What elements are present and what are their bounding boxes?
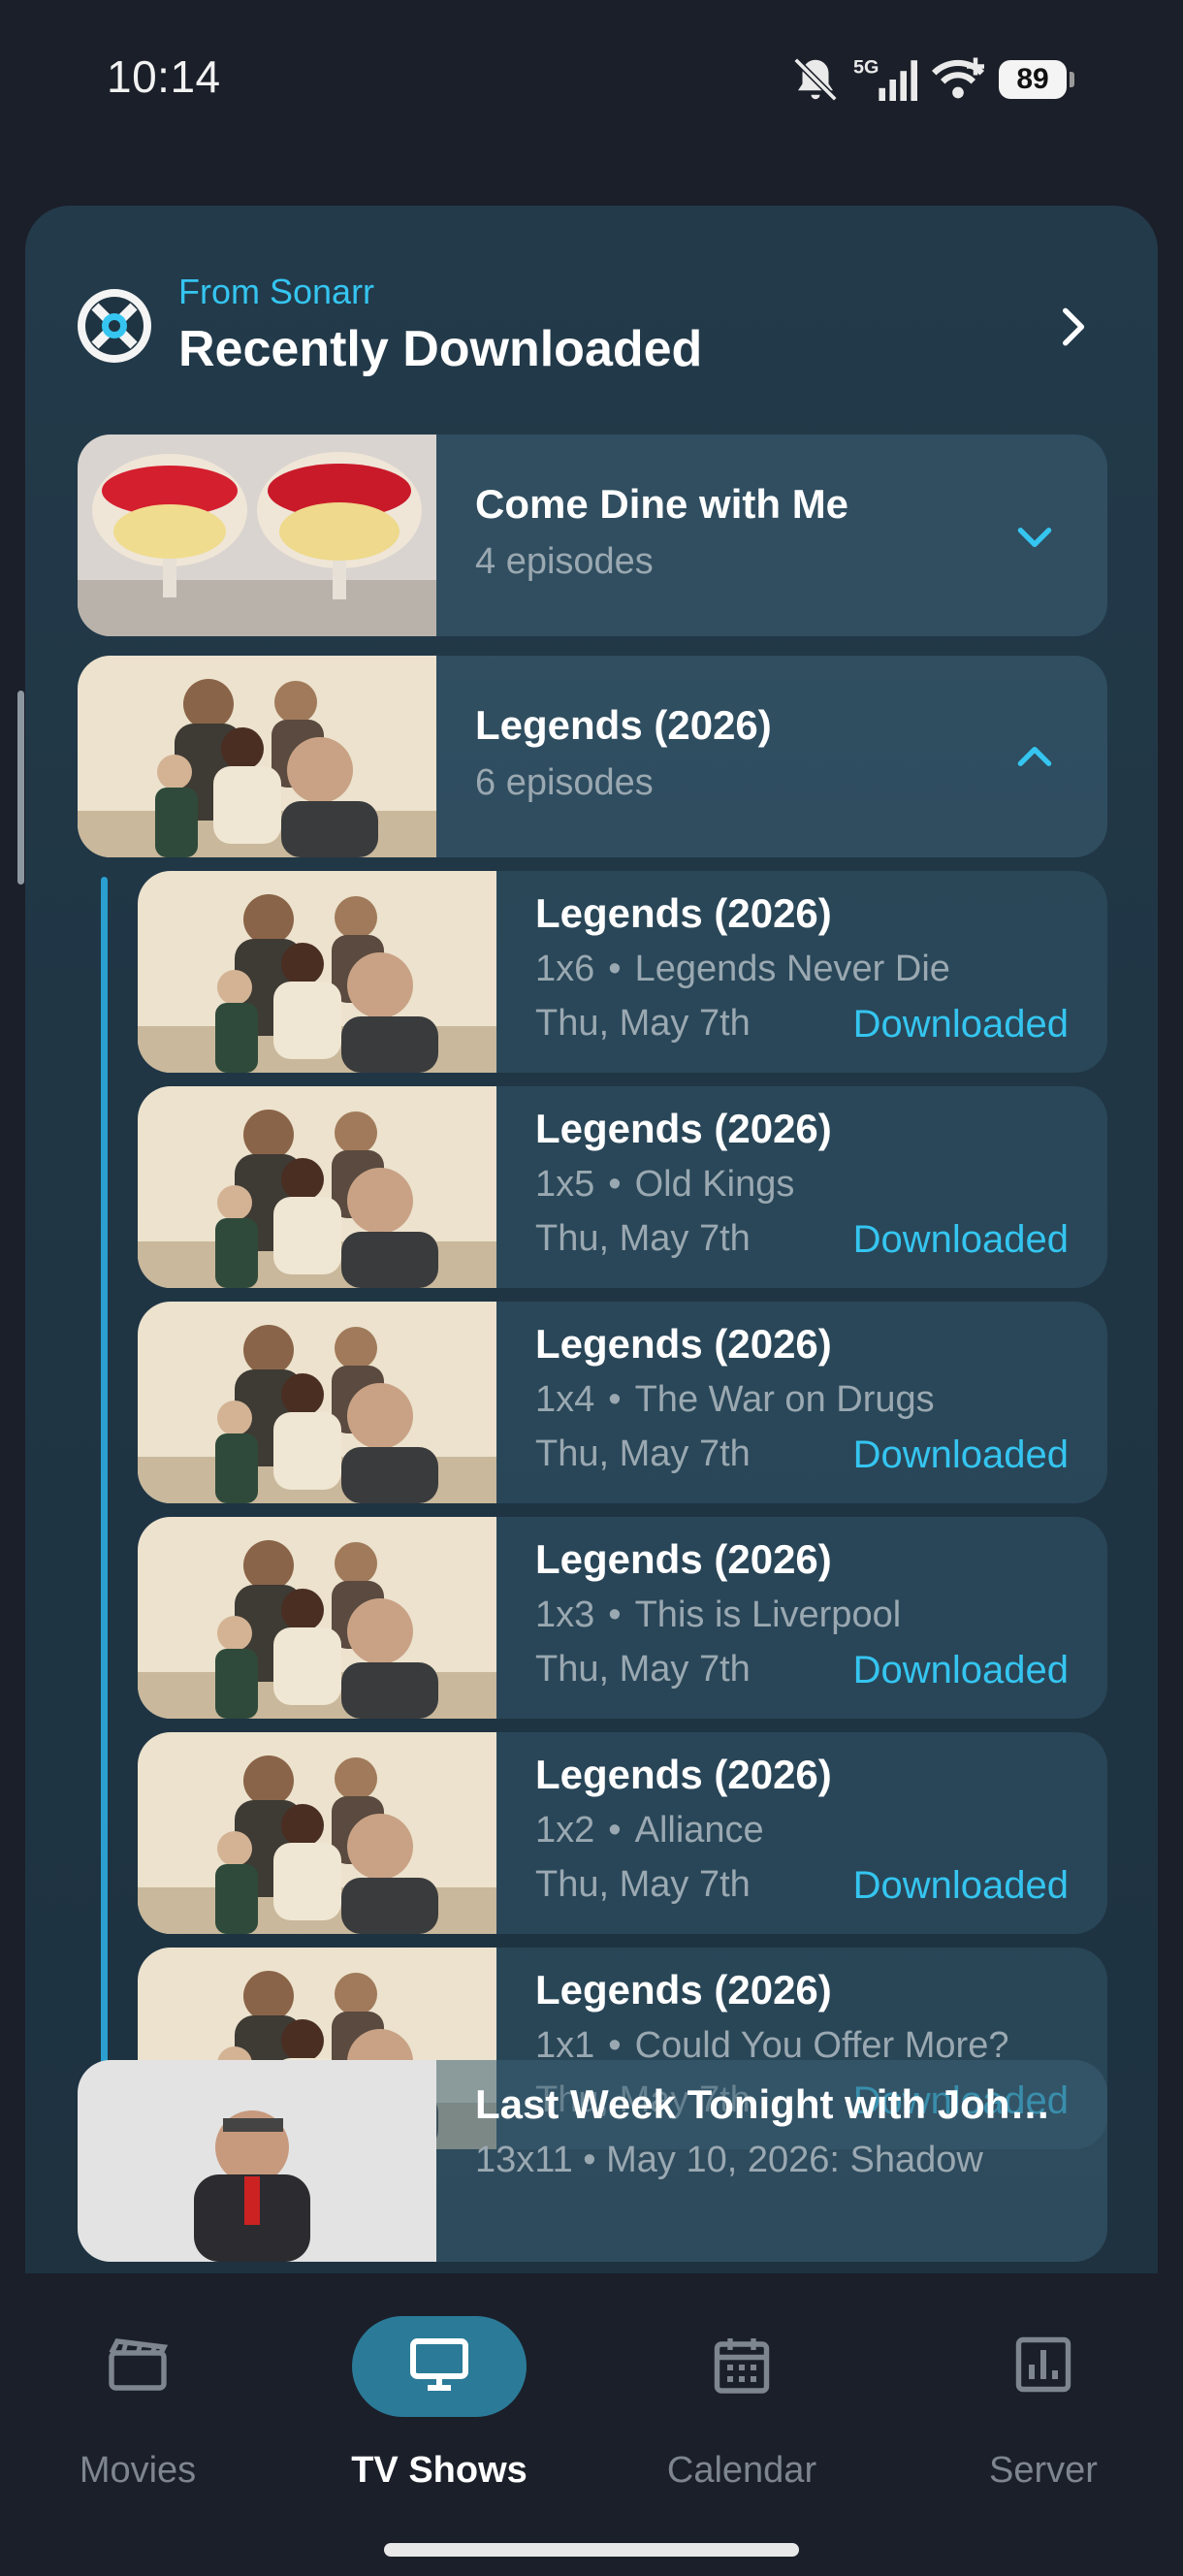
- nav-item-movies[interactable]: Movies: [31, 2316, 244, 2510]
- episode-show-title: Legends (2026): [535, 1536, 832, 1582]
- group-subtitle: 4 episodes: [475, 541, 654, 582]
- chart-icon: [1008, 2330, 1078, 2404]
- episode-info: 1x3 • This is Liverpool: [535, 1594, 901, 1636]
- nav-item-server[interactable]: Server: [937, 2316, 1150, 2510]
- network-label: 5G: [853, 56, 879, 78]
- source-label: From Sonarr: [178, 272, 375, 311]
- episode-date: Thu, May 7th: [535, 1003, 751, 1044]
- nav-pill: [956, 2316, 1131, 2417]
- group-title: Last Week Tonight with Joh…: [475, 2081, 1051, 2127]
- episode-code: 1x2: [535, 1810, 595, 1851]
- episode-name: Legends Never Die: [634, 949, 950, 989]
- scroll-indicator[interactable]: [17, 691, 24, 885]
- sonarr-logo-icon: [76, 287, 153, 365]
- tv-icon: [404, 2330, 474, 2404]
- group-title: Come Dine with Me: [475, 481, 849, 527]
- episode-poster-image: [138, 1086, 496, 1288]
- episode-date: Thu, May 7th: [535, 1433, 751, 1474]
- status-time: 10:14: [107, 51, 221, 102]
- episode-date: Thu, May 7th: [535, 1864, 751, 1905]
- signal-icon: 5G: [853, 53, 917, 106]
- episode-show-title: Legends (2026): [535, 1967, 832, 2012]
- nav-label: Server: [989, 2450, 1098, 2491]
- nav-label: Movies: [79, 2450, 197, 2491]
- episode-poster-image: [138, 1302, 496, 1503]
- episode-code: 1x5: [535, 1164, 595, 1205]
- episode-show-title: Legends (2026): [535, 1752, 832, 1797]
- group-come-dine-with-me[interactable]: Come Dine with Me 4 episodes: [78, 435, 1107, 636]
- nav-label: TV Shows: [351, 2450, 528, 2491]
- episode-status: Downloaded: [852, 1864, 1069, 1907]
- separator-dot: •: [608, 1594, 622, 1635]
- bottom-navigation: Movies TV Shows Calendar Server: [0, 2273, 1183, 2576]
- episode-poster-image: [138, 1732, 496, 1934]
- show-poster-image: [78, 435, 436, 636]
- episode-info: 1x5 • Old Kings: [535, 1164, 794, 1206]
- group-legends-2026[interactable]: Legends (2026) 6 episodes: [78, 656, 1107, 857]
- episode-name: This is Liverpool: [634, 1594, 902, 1635]
- episode-status: Downloaded: [852, 1003, 1069, 1046]
- episode-code: 1x3: [535, 1594, 595, 1635]
- episode-show-title: Legends (2026): [535, 890, 832, 936]
- episode-poster-image: [138, 1517, 496, 1719]
- chevron-up-icon[interactable]: [1010, 733, 1059, 782]
- episode-name: Old Kings: [634, 1164, 795, 1205]
- nav-pill-active: [352, 2316, 527, 2417]
- separator-dot: •: [608, 1379, 622, 1420]
- chevron-down-icon[interactable]: [1010, 512, 1059, 561]
- clapperboard-icon: [103, 2330, 173, 2404]
- episode-status: Downloaded: [852, 1649, 1069, 1691]
- episode-status: Downloaded: [852, 1433, 1069, 1476]
- calendar-icon: [707, 2330, 777, 2404]
- separator-dot: •: [608, 1164, 622, 1205]
- episode-row[interactable]: Legends (2026) 1x6 • Legends Never Die Thu, …: [138, 871, 1107, 1073]
- status-icons: 5G 89: [789, 50, 1074, 109]
- show-poster-image: [78, 2060, 436, 2262]
- episode-row[interactable]: Legends (2026) 1x5 • Old Kings Thu, May 7th D…: [138, 1086, 1107, 1288]
- group-subtitle: 13x11 • May 10, 2026: Shadow: [475, 2140, 983, 2180]
- episode-name: Alliance: [634, 1810, 764, 1851]
- chevron-right-icon[interactable]: [1047, 303, 1096, 351]
- separator-dot: •: [608, 1810, 622, 1851]
- episode-row[interactable]: Legends (2026) 1x4 • The War on Drugs Thu, M…: [138, 1302, 1107, 1503]
- battery-indicator: 89: [999, 60, 1074, 99]
- nav-label: Calendar: [666, 2450, 817, 2491]
- episode-poster-image: [138, 871, 496, 1073]
- card-title: Recently Downloaded: [178, 321, 703, 377]
- group-title: Legends (2026): [475, 702, 772, 748]
- nav-pill: [655, 2316, 829, 2417]
- episode-date: Thu, May 7th: [535, 1218, 751, 1259]
- episode-info: 1x4 • The War on Drugs: [535, 1379, 935, 1421]
- episode-status: Downloaded: [852, 1218, 1069, 1261]
- group-last-week-tonight[interactable]: Last Week Tonight with Joh… 13x11 • May …: [78, 2060, 1107, 2262]
- episode-info: 1x6 • Legends Never Die: [535, 949, 950, 990]
- wifi-icon: [929, 53, 987, 106]
- group-subtitle: 6 episodes: [475, 762, 654, 803]
- episode-row[interactable]: Legends (2026) 1x2 • Alliance Thu, May 7th Do…: [138, 1732, 1107, 1934]
- card-header[interactable]: From Sonarr Recently Downloaded: [25, 206, 1158, 429]
- episode-code: 1x4: [535, 1379, 595, 1420]
- recently-downloaded-card: From Sonarr Recently Downloaded Come Din…: [25, 206, 1158, 2273]
- show-poster-image: [78, 656, 436, 857]
- home-indicator[interactable]: [384, 2543, 799, 2557]
- episode-show-title: Legends (2026): [535, 1321, 832, 1367]
- episode-row[interactable]: Legends (2026) 1x3 • This is Liverpool Thu, …: [138, 1517, 1107, 1719]
- episode-tree-line: [101, 877, 108, 2134]
- status-bar: 10:14 5G 89: [0, 0, 1183, 155]
- separator-dot: •: [608, 949, 622, 989]
- episode-code: 1x6: [535, 949, 595, 989]
- episode-name: The War on Drugs: [634, 1379, 935, 1420]
- episode-show-title: Legends (2026): [535, 1106, 832, 1151]
- nav-pill: [50, 2316, 225, 2417]
- nav-item-tv-shows[interactable]: TV Shows: [333, 2316, 546, 2510]
- silent-icon: [789, 53, 842, 106]
- episode-date: Thu, May 7th: [535, 1649, 751, 1690]
- episode-info: 1x2 • Alliance: [535, 1810, 764, 1852]
- nav-item-calendar[interactable]: Calendar: [635, 2316, 848, 2510]
